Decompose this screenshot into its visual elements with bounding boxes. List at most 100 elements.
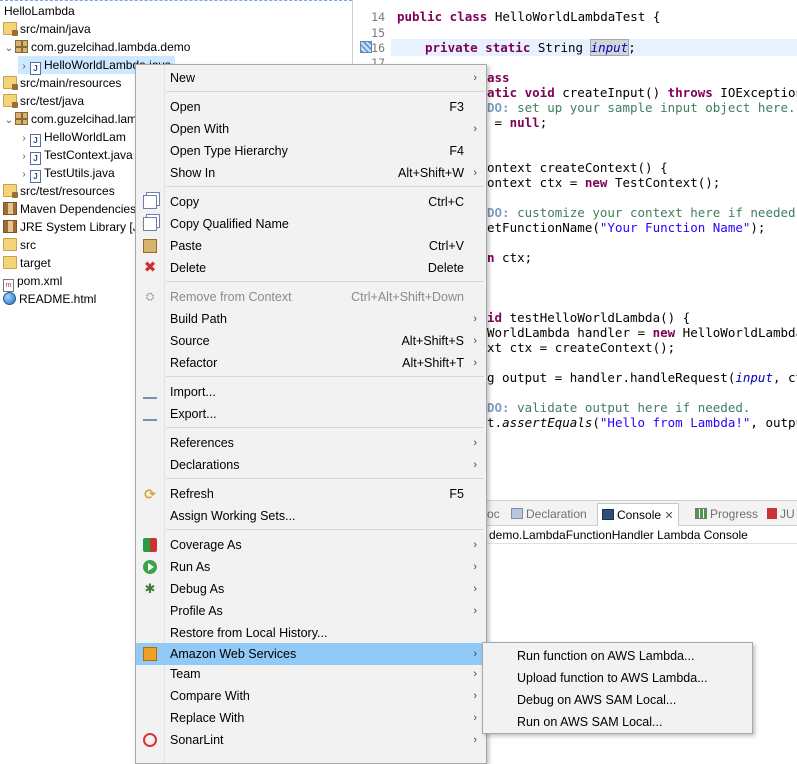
tree-item-readme[interactable]: README.html [3,290,96,308]
menu-item-sonarlint[interactable]: SonarLint › [136,729,486,751]
close-icon[interactable]: ✕ [664,510,673,522]
menu-item-delete[interactable]: ✖ Delete Delete [136,257,486,279]
tab-label: Declaration [526,507,587,521]
menu-item-profile-as[interactable]: Profile As › [136,600,486,622]
menu-shortcut: Ctrl+Alt+Shift+Down [351,290,464,304]
menu-item-show-in[interactable]: Show In Alt+Shift+W › [136,162,486,184]
menu-item-paste[interactable]: Paste Ctrl+V [136,235,486,257]
chevron-down-icon[interactable]: ⌄ [3,112,15,130]
tab-label: JU [780,507,795,521]
menu-item-coverage-as[interactable]: Coverage As › [136,534,486,556]
code-keyword: id [487,310,503,325]
tree-item-package-demo[interactable]: ⌄ com.guzelcihad.lambda.demo [3,38,190,56]
package-icon [15,40,28,53]
menu-label: Refresh [170,487,214,501]
tree-item-project[interactable]: HelloLambda [4,2,75,20]
code-string: "Hello from Lambda!" [599,415,751,430]
tab-console[interactable]: Console ✕ [597,503,679,526]
menu-item-build-path[interactable]: Build Path › [136,308,486,330]
tree-item-testutils[interactable]: › J TestUtils.java [18,164,115,183]
menu-item-references[interactable]: References › [136,432,486,454]
tree-item-label: src/test/java [20,94,85,108]
menu-label: Open [170,100,201,114]
tree-item-label: src/test/resources [20,184,115,198]
source-folder-icon [3,94,18,108]
code-text: ; [628,40,636,55]
menu-item-source[interactable]: Source Alt+Shift+S › [136,330,486,352]
tree-item-maven-dependencies[interactable]: Maven Dependencies [3,200,136,218]
package-icon [15,112,28,125]
menu-item-debug-sam-local[interactable]: Debug on AWS SAM Local... [483,689,752,711]
source-folder-icon [3,22,18,36]
code-line: n ctx; [487,250,532,265]
menu-item-open-type-hierarchy[interactable]: Open Type Hierarchy F4 [136,140,486,162]
tree-item-src-test-resources[interactable]: src/test/resources [3,182,115,200]
tree-item-package-test[interactable]: ⌄ com.guzelcihad.lam [3,110,137,128]
menu-item-open-with[interactable]: Open With › [136,118,486,140]
code-text: ctx; [494,250,533,265]
menu-item-run-on-lambda[interactable]: Run function on AWS Lambda... [483,645,752,667]
code-comment: validate output here if needed. [509,400,751,415]
menu-item-amazon-web-services[interactable]: Amazon Web Services › [136,643,486,665]
menu-label: Copy [170,195,200,209]
code-text: ontext ctx = [487,175,585,190]
code-text: IOException { [720,85,797,100]
menu-label: Assign Working Sets... [170,509,296,523]
tree-item-jre-system-library[interactable]: JRE System Library [Jav [3,218,151,236]
menu-item-compare-with[interactable]: Compare With › [136,685,486,707]
aws-cube-icon [143,647,157,661]
code-line: DO: customize your context here if neede… [487,205,797,220]
menu-item-import[interactable]: Import... [136,381,486,403]
tree-item-label: target [20,256,51,270]
tree-item-target[interactable]: target [3,254,51,272]
tree-item-label: HelloLambda [4,4,75,18]
code-text: ( [592,415,600,430]
code-line: private static String input; [425,39,636,56]
menu-label: Run As [170,560,211,574]
menu-item-copy[interactable]: Copy Ctrl+C [136,191,486,213]
tab-junit[interactable]: JU [767,505,795,523]
menu-label: SonarLint [170,733,224,747]
tree-item-testcontext[interactable]: › J TestContext.java [18,146,133,165]
tree-item-helloworldlambdatest[interactable]: › J HelloWorldLam [18,128,126,147]
tree-item-src[interactable]: src [3,236,36,254]
tree-item-src-test-java[interactable]: src/test/java [3,92,84,110]
tree-item-label: JRE System Library [Jav [20,220,152,234]
menu-item-new[interactable]: New › [136,67,486,89]
menu-item-refresh[interactable]: ⟳ Refresh F5 [136,483,486,505]
menu-item-run-as[interactable]: Run As › [136,556,486,578]
menu-item-replace-with[interactable]: Replace With › [136,707,486,729]
copy-qualified-icon [143,217,157,231]
menu-item-team[interactable]: Team › [136,663,486,685]
menu-item-copy-qualified-name[interactable]: Copy Qualified Name [136,213,486,235]
tab-declaration[interactable]: Declaration [511,505,587,523]
code-field: input [735,370,773,385]
menu-item-run-sam-local[interactable]: Run on AWS SAM Local... [483,711,752,733]
submenu-arrow-icon: › [473,690,477,702]
menu-label: Compare With [170,689,250,703]
tree-item-src-main-resources[interactable]: src/main/resources [3,74,121,92]
menu-item-export[interactable]: Export... [136,403,486,425]
menu-label: Open With [170,122,230,136]
aws-submenu: Run function on AWS Lambda... Upload fun… [482,642,753,734]
menu-shortcut: F3 [449,100,464,114]
code-text: t. [487,415,503,430]
submenu-arrow-icon: › [473,605,477,617]
tab-progress[interactable]: Progress [695,505,758,523]
menu-item-debug-as[interactable]: ✱ Debug As › [136,578,486,600]
menu-item-upload-to-lambda[interactable]: Upload function to AWS Lambda... [483,667,752,689]
code-line: xt ctx = createContext(); [487,340,676,355]
tree-item-src-main-java[interactable]: src/main/java [3,20,91,38]
menu-label: Source [170,334,210,348]
tree-item-pom[interactable]: m pom.xml [3,272,62,292]
code-keyword: throws [667,85,713,100]
menu-item-declarations[interactable]: Declarations › [136,454,486,476]
menu-item-restore-local-history[interactable]: Restore from Local History... [136,622,486,644]
menu-item-refactor[interactable]: Refactor Alt+Shift+T › [136,352,486,374]
tab-javadoc[interactable]: oc [487,505,500,523]
chevron-down-icon[interactable]: ⌄ [3,40,15,58]
menu-item-assign-working-sets[interactable]: Assign Working Sets... [136,505,486,527]
menu-item-open[interactable]: Open F3 [136,96,486,118]
folder-icon [3,256,17,269]
library-icon [3,202,17,215]
